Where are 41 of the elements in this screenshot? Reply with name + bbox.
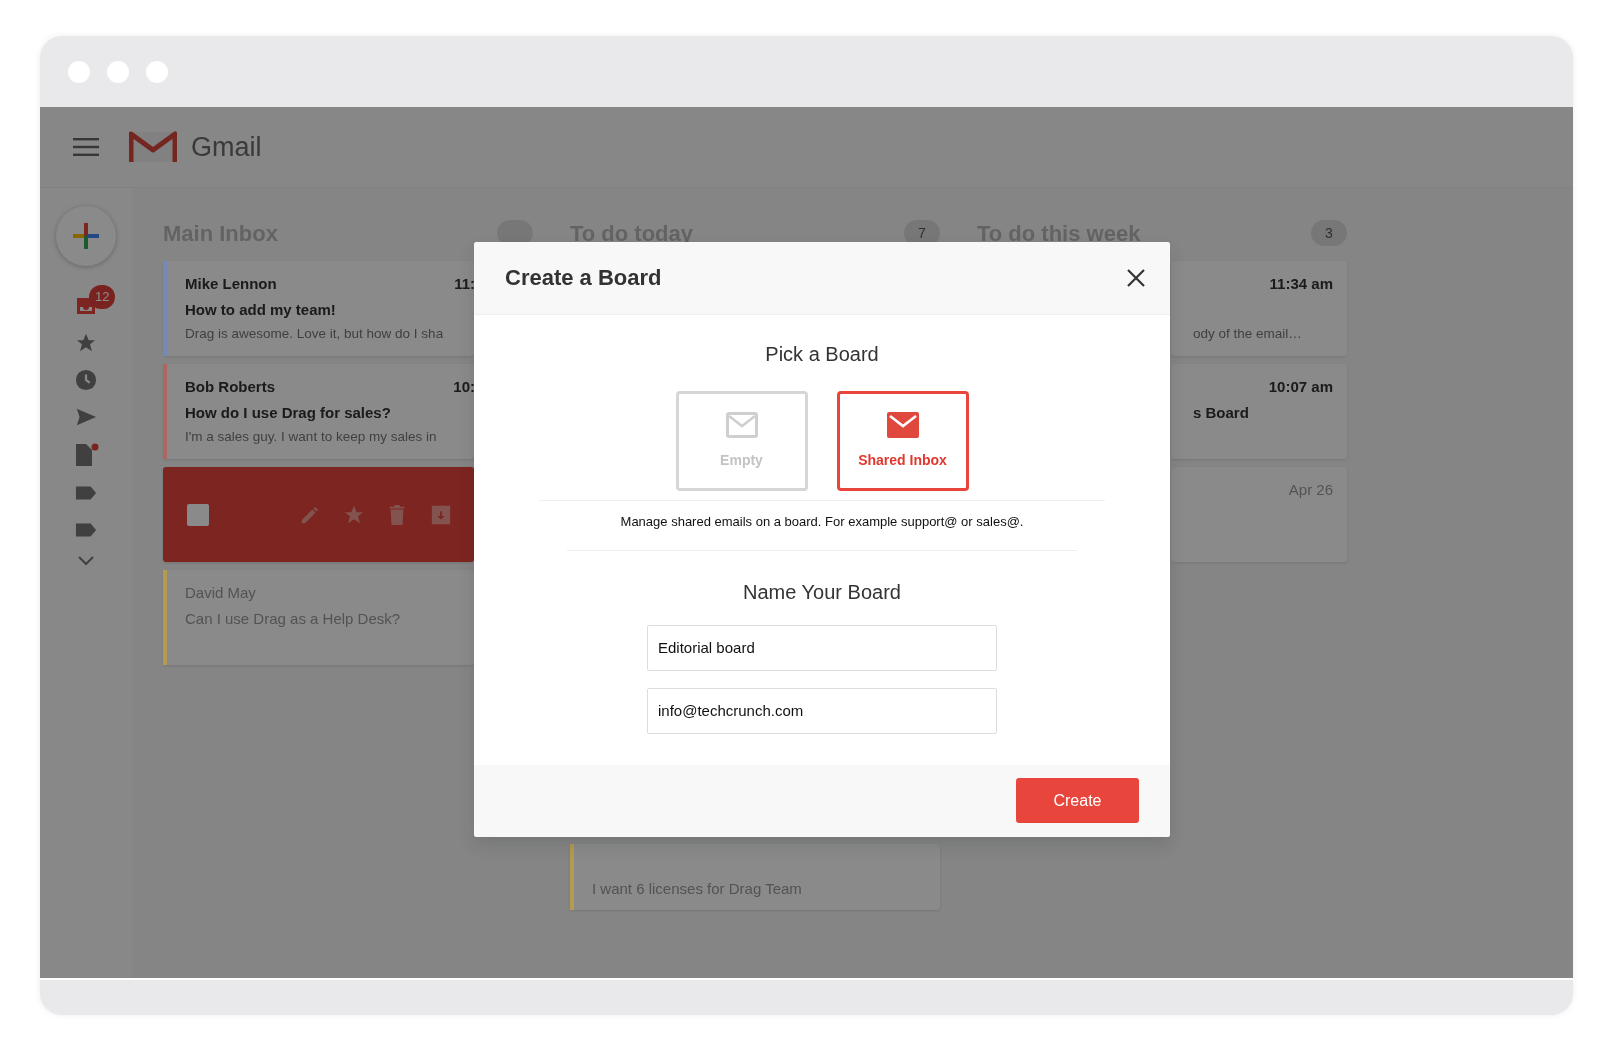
email-time: 10: xyxy=(453,377,475,397)
document-icon[interactable] xyxy=(73,443,99,467)
email-time: 11: xyxy=(454,274,475,294)
email-card[interactable]: Mike Lennon 11: How to add my team! Drag is awesome. Love it, but how do I sha xyxy=(163,261,474,356)
envelope-icon xyxy=(725,411,758,438)
menu-icon[interactable] xyxy=(73,137,99,157)
email-subject: s Board xyxy=(1193,404,1249,421)
notification-badge: 12 xyxy=(89,285,116,309)
count-badge: 3 xyxy=(1311,220,1347,246)
email-snippet: Drag is awesome. Love it, but how do I sha xyxy=(185,326,444,341)
email-snippet: ody of the email… xyxy=(1193,326,1302,341)
create-button[interactable]: Create xyxy=(1016,778,1139,823)
section-heading: Pick a Board xyxy=(765,342,879,367)
email-subject: How to add my team! xyxy=(185,301,336,318)
text-field[interactable]: info@techcrunch.com xyxy=(647,687,997,734)
description-text: Manage shared emails on a board. For example support@ or sales@. xyxy=(620,513,1024,531)
email-card[interactable]: 11:34 am ody of the email… xyxy=(1171,261,1347,356)
send-icon[interactable] xyxy=(75,406,97,428)
email-card[interactable]: Bob Roberts 10: How do I use Drag for sales? I'm a sales guy. I want to keep my sales in xyxy=(163,364,474,459)
checkbox[interactable] xyxy=(187,503,209,526)
chevron-down-icon[interactable] xyxy=(78,556,94,566)
app-name: Gmail xyxy=(191,130,262,164)
board-option[interactable]: Shared Inbox xyxy=(836,391,969,491)
email-time: 11:34 am xyxy=(1269,274,1333,294)
email-time: 10:07 am xyxy=(1268,377,1333,397)
envelope-icon xyxy=(886,411,919,438)
clock-icon[interactable] xyxy=(75,369,97,391)
close-icon xyxy=(1126,268,1146,288)
plus-icon xyxy=(73,223,99,249)
email-snippet: I'm a sales guy. I want to keep my sales in xyxy=(185,429,437,444)
email-subject: How do I use Drag for sales? xyxy=(185,404,391,421)
dialog-title: Create a Board xyxy=(505,264,662,292)
envelope-logo-icon xyxy=(129,130,177,164)
star-icon[interactable] xyxy=(75,332,97,354)
sender-name: Bob Roberts xyxy=(185,377,275,397)
email-card[interactable]: 10:07 am s Board xyxy=(1171,364,1347,459)
compose-button[interactable] xyxy=(56,206,116,266)
text-field[interactable]: Editorial board xyxy=(647,624,997,671)
section-heading: Name Your Board xyxy=(743,579,901,605)
sender-name: Mike Lennon xyxy=(185,274,277,294)
email-card[interactable] xyxy=(163,467,474,562)
